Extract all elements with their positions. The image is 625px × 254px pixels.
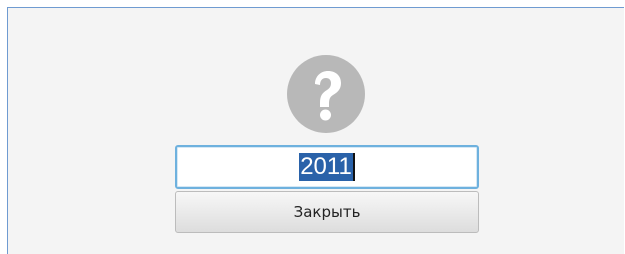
value-text: 2011 bbox=[299, 153, 355, 181]
close-button[interactable]: Закрыть bbox=[175, 191, 479, 233]
question-mark-icon bbox=[287, 55, 365, 133]
value-field[interactable]: 2011 bbox=[175, 145, 479, 189]
dialog-panel: 2011 Закрыть bbox=[7, 7, 624, 254]
